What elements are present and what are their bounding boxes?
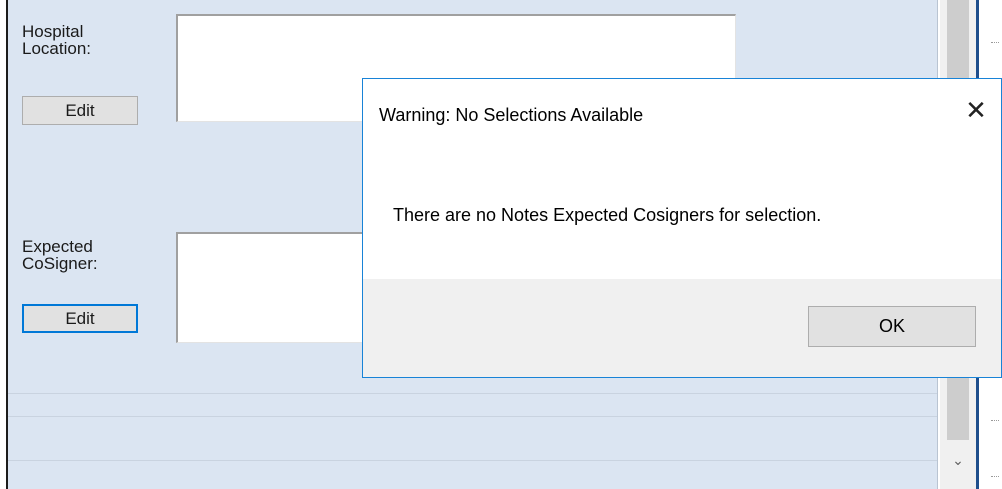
dialog-footer: OK [363,279,1001,377]
hospital-location-label: Hospital Location: [22,22,91,58]
dotted-mark [991,42,999,43]
close-icon[interactable]: ✕ [959,93,993,127]
hospital-location-edit-button[interactable]: Edit [22,96,138,125]
ok-button[interactable]: OK [808,306,976,347]
dotted-mark [991,420,999,421]
scroll-down-icon[interactable]: ⌄ [940,446,976,474]
dialog-title: Warning: No Selections Available [379,105,644,125]
expected-cosigner-edit-button[interactable]: Edit [22,304,138,333]
dotted-mark [991,476,999,477]
warning-dialog: Warning: No Selections Available ✕ There… [362,78,1002,378]
dialog-message: There are no Notes Expected Cosigners fo… [393,205,822,225]
divider [8,393,937,394]
divider [8,416,937,417]
expected-cosigner-label: Expected CoSigner: [22,237,98,273]
divider [8,460,937,461]
expected-cosigner-field[interactable] [176,232,376,343]
